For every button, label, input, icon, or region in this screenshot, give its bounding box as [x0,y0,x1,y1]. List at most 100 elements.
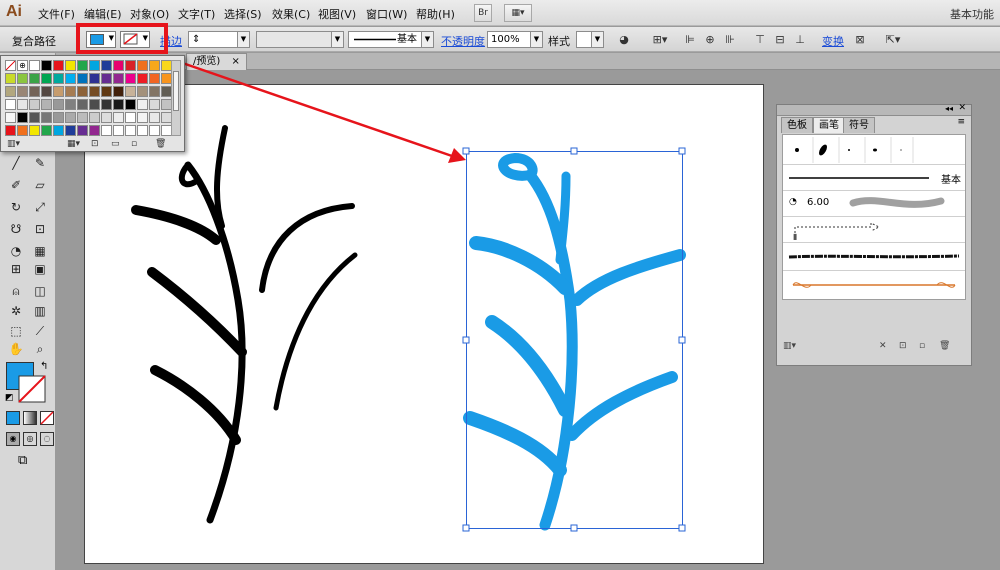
close-panel-icon[interactable]: ✕ [958,103,966,113]
color-swatch[interactable] [41,125,52,136]
color-swatch[interactable] [5,125,16,136]
pattern-brush-row-1[interactable]: ▮ [783,217,965,243]
color-swatch[interactable] [137,112,148,123]
art-brush-row-decorative[interactable] [783,271,965,300]
color-swatch[interactable] [65,73,76,84]
color-swatch[interactable] [5,60,16,71]
color-swatch[interactable] [125,86,136,97]
color-swatch[interactable] [77,125,88,136]
color-swatch[interactable] [17,112,28,123]
swatch-grid[interactable]: ⊕ [5,60,172,138]
color-swatch[interactable] [125,125,136,136]
color-swatch[interactable] [65,86,76,97]
color-swatch[interactable] [53,125,64,136]
color-swatch[interactable] [41,112,52,123]
tab-swatches[interactable]: 色板 [781,117,813,133]
color-swatch[interactable] [149,112,160,123]
color-swatch[interactable] [29,60,40,71]
color-swatch[interactable] [137,73,148,84]
color-swatch[interactable] [101,86,112,97]
color-swatch[interactable] [17,73,28,84]
new-color-group-icon[interactable]: ▭ [111,139,120,149]
black-brush-artwork[interactable] [131,125,358,524]
color-swatch[interactable] [113,60,124,71]
color-swatch[interactable] [125,99,136,110]
color-swatch[interactable] [29,112,40,123]
color-swatch[interactable] [53,112,64,123]
color-swatch[interactable] [29,73,40,84]
show-swatch-kinds-icon[interactable]: ▦▾ [67,139,80,149]
color-swatch[interactable] [89,86,100,97]
bristle-brush-row[interactable]: ◔ 6.00 [783,191,965,217]
swatch-options-icon[interactable]: ⊡ [91,139,99,149]
color-swatch[interactable] [113,86,124,97]
color-swatch[interactable] [149,60,160,71]
color-swatch[interactable] [113,73,124,84]
color-swatch[interactable] [53,99,64,110]
color-swatch[interactable] [101,73,112,84]
color-swatch[interactable] [5,73,16,84]
brush-options-icon[interactable]: ⊡ [899,341,907,351]
color-swatch[interactable] [77,60,88,71]
color-swatch[interactable] [41,86,52,97]
color-swatch[interactable] [65,60,76,71]
color-swatch[interactable] [113,112,124,123]
color-swatch[interactable] [89,112,100,123]
blue-brush-artwork[interactable] [463,152,686,531]
swatch-libraries-menu-icon[interactable]: ▥▾ [7,139,20,149]
brush-libraries-menu-icon[interactable]: ▥▾ [783,341,796,351]
color-swatch[interactable] [89,73,100,84]
color-swatch[interactable] [77,112,88,123]
color-swatch[interactable] [41,60,52,71]
color-swatch[interactable] [125,112,136,123]
color-swatch[interactable] [101,99,112,110]
color-swatch[interactable] [41,73,52,84]
color-swatch[interactable] [5,112,16,123]
calligraphic-brush-row[interactable] [783,135,965,165]
color-swatch[interactable] [101,125,112,136]
color-swatch[interactable] [17,125,28,136]
remove-brush-stroke-icon[interactable]: ✕ [879,341,887,351]
panel-title-bar[interactable]: ◂◂ ✕ [777,103,971,116]
color-swatch[interactable] [77,73,88,84]
tab-brushes[interactable]: 画笔 [813,117,845,133]
collapse-panel-icon[interactable]: ◂◂ [945,104,953,113]
delete-swatch-icon[interactable]: 🗑 [155,139,166,149]
color-swatch[interactable] [89,99,100,110]
color-swatch[interactable] [101,60,112,71]
new-swatch-icon[interactable]: ▫ [131,139,137,149]
color-swatch[interactable] [149,73,160,84]
color-swatch[interactable] [29,86,40,97]
color-swatch[interactable] [65,112,76,123]
color-swatch[interactable] [5,99,16,110]
color-swatch[interactable] [101,112,112,123]
color-swatch[interactable] [149,99,160,110]
delete-brush-icon[interactable]: 🗑 [939,341,950,351]
color-swatch[interactable] [137,125,148,136]
color-swatch[interactable] [149,86,160,97]
color-swatch[interactable] [77,99,88,110]
color-swatch[interactable] [53,60,64,71]
color-swatch[interactable] [113,99,124,110]
color-swatch[interactable] [149,125,160,136]
art-brush-row-charcoal[interactable] [783,243,965,271]
color-swatch[interactable] [113,125,124,136]
color-swatch[interactable] [29,99,40,110]
tab-symbols[interactable]: 符号 [843,117,875,133]
color-swatch[interactable] [137,60,148,71]
color-swatch[interactable]: ⊕ [17,60,28,71]
color-swatch[interactable] [17,86,28,97]
color-swatch[interactable] [77,86,88,97]
color-swatch[interactable] [65,99,76,110]
color-swatch[interactable] [53,86,64,97]
color-swatch[interactable] [17,99,28,110]
color-swatch[interactable] [65,125,76,136]
basic-brush-row[interactable]: 基本 [783,165,965,191]
color-swatch[interactable] [137,99,148,110]
color-swatch[interactable] [125,73,136,84]
color-swatch[interactable] [5,86,16,97]
new-brush-icon[interactable]: ▫ [919,341,925,351]
color-swatch[interactable] [89,125,100,136]
color-swatch[interactable] [125,60,136,71]
brush-list[interactable]: 基本 ◔ 6.00 ▮ [782,134,966,300]
